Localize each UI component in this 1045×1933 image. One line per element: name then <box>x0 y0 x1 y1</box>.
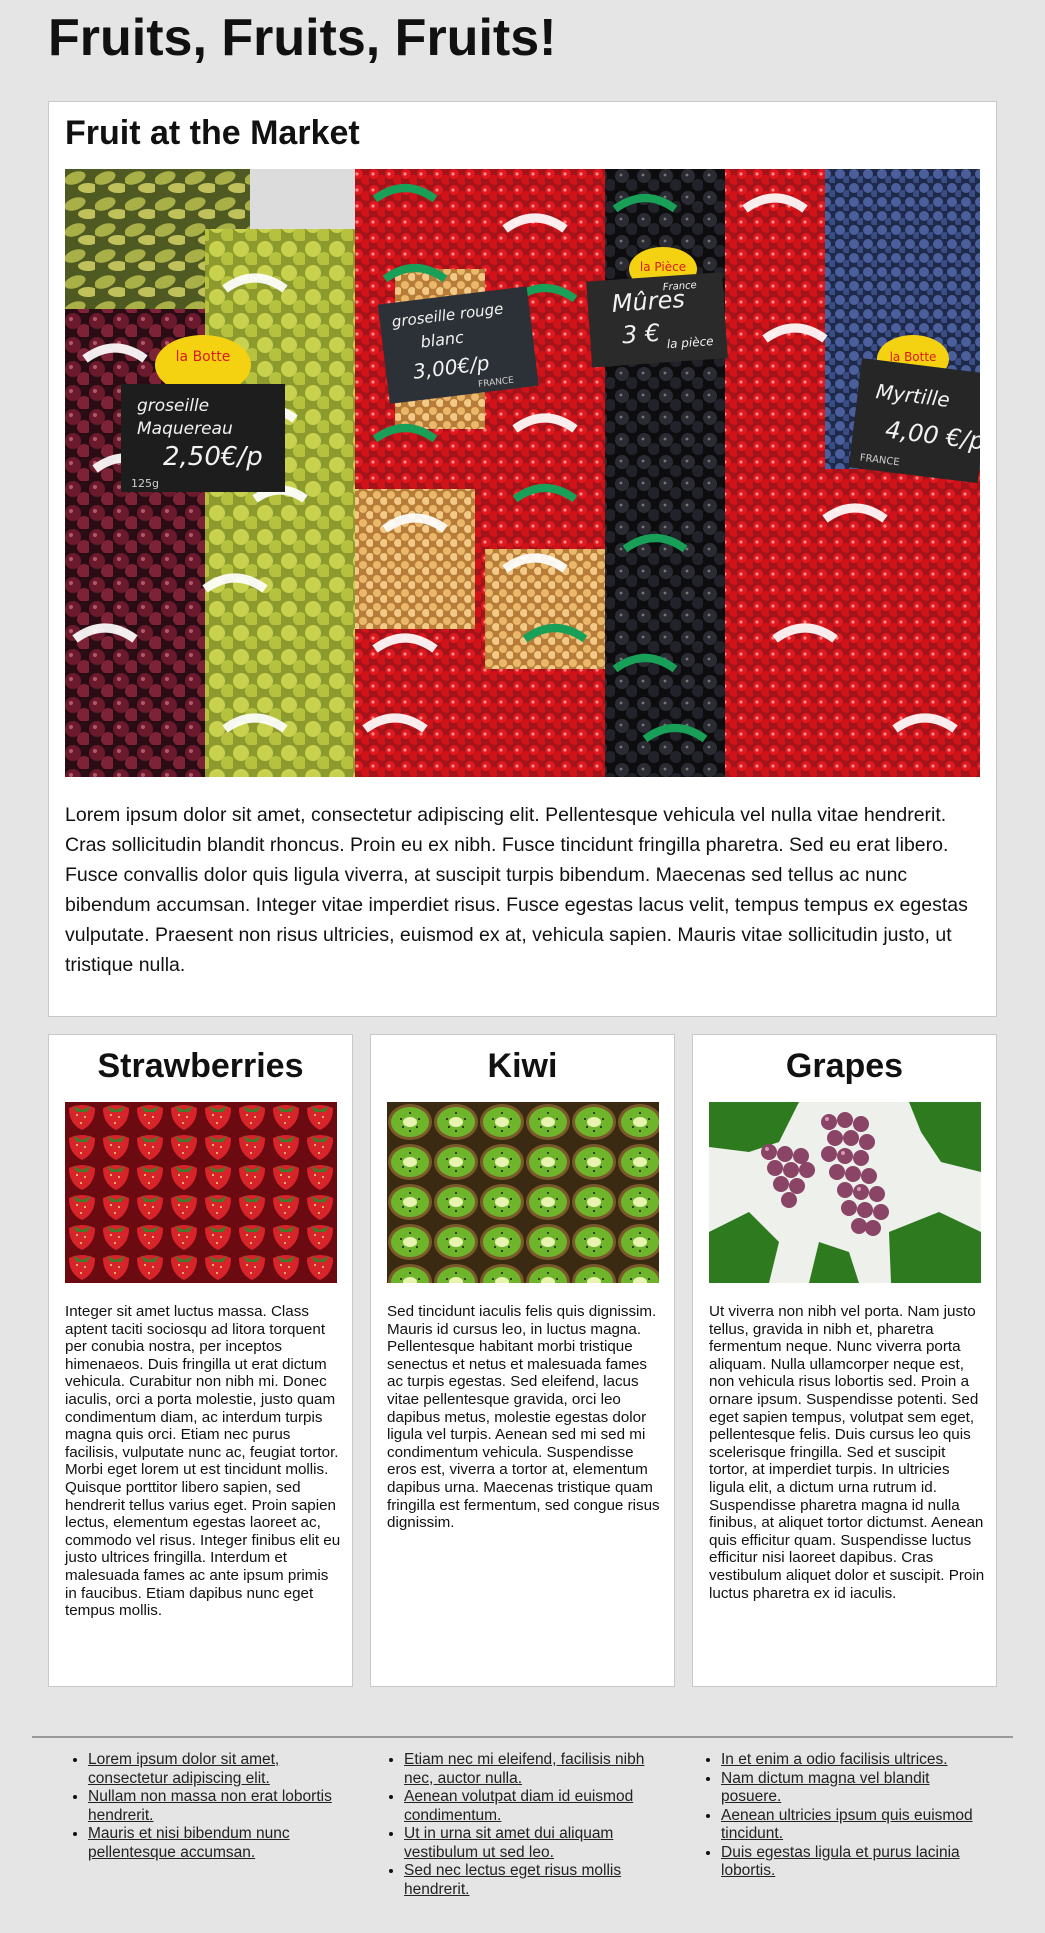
footer-link-item: Aenean ultricies ipsum quis euismod tinc… <box>721 1807 987 1844</box>
footer-link-item: Ut in urna sit amet dui aliquam vestibul… <box>404 1825 670 1862</box>
footer-divider <box>32 1736 1013 1738</box>
footer-link[interactable]: Nullam non massa non erat lobortis hendr… <box>88 1788 332 1824</box>
kiwi-heading: Kiwi <box>487 1047 558 1085</box>
footer-link-item: Mauris et nisi bibendum nunc pellentesqu… <box>88 1825 354 1862</box>
footer-link[interactable]: Duis egestas ligula et purus lacinia lob… <box>721 1844 960 1880</box>
footer-link-item: Etiam nec mi eleifend, facilisis nibh ne… <box>404 1751 670 1788</box>
footer-link[interactable]: In et enim a odio facilisis ultrices. <box>721 1751 948 1768</box>
grapes-card: Grapes Ut viverra non nibh vel porta. Na… <box>692 1034 997 1687</box>
svg-text:groseille: groseille <box>137 396 209 416</box>
footer-link-item: Aenean volutpat diam id euismod condimen… <box>404 1788 670 1825</box>
market-image: la Botte groseille Maquereau 2,50€/p 125… <box>65 169 980 777</box>
hero-body: Lorem ipsum dolor sit amet, consectetur … <box>65 804 968 976</box>
svg-text:la Botte: la Botte <box>890 350 937 364</box>
page-title: Fruits, Fruits, Fruits! <box>48 9 557 67</box>
svg-text:la Botte: la Botte <box>176 349 231 365</box>
footer-link[interactable]: Nam dictum magna vel blandit posuere. <box>721 1770 930 1806</box>
strawberries-image <box>65 1102 337 1283</box>
hero-heading: Fruit at the Market <box>65 114 360 152</box>
market-photo: la Botte groseille Maquereau 2,50€/p 125… <box>65 169 980 777</box>
svg-text:3 €: 3 € <box>621 319 661 350</box>
footer-link[interactable]: Lorem ipsum dolor sit amet, consectetur … <box>88 1751 279 1787</box>
footer-link[interactable]: Aenean volutpat diam id euismod condimen… <box>404 1788 633 1824</box>
strawberries-body: Integer sit amet luctus massa. Class apt… <box>65 1303 341 1620</box>
footer-link[interactable]: Etiam nec mi eleifend, facilisis nibh ne… <box>404 1751 644 1787</box>
footer-link-item: Lorem ipsum dolor sit amet, consectetur … <box>88 1751 354 1788</box>
footer-links-col-1: Lorem ipsum dolor sit amet, consectetur … <box>64 1751 354 1862</box>
svg-text:Maquereau: Maquereau <box>137 419 233 439</box>
kiwi-image <box>387 1102 659 1283</box>
footer-link[interactable]: Mauris et nisi bibendum nunc pellentesqu… <box>88 1825 290 1861</box>
footer-link-item: Nam dictum magna vel blandit posuere. <box>721 1770 987 1807</box>
grapes-heading: Grapes <box>785 1047 904 1085</box>
kiwi-card: Kiwi Sed tincidunt iaculis felis quis di… <box>370 1034 675 1687</box>
grapes-image <box>709 1102 981 1283</box>
footer-link-item: Nullam non massa non erat lobortis hendr… <box>88 1788 354 1825</box>
hero-card: Fruit at the Market la Botte groseille M… <box>48 101 997 1017</box>
strawberries-heading: Strawberries <box>97 1047 304 1085</box>
footer-link[interactable]: Ut in urna sit amet dui aliquam vestibul… <box>404 1825 613 1861</box>
footer-links-col-3: In et enim a odio facilisis ultrices. Na… <box>697 1751 987 1881</box>
footer-link-item: Duis egestas ligula et purus lacinia lob… <box>721 1844 987 1881</box>
svg-text:2,50€/p: 2,50€/p <box>163 442 263 472</box>
strawberries-card: Strawberries Integer sit amet luctus mas… <box>48 1034 353 1687</box>
grapes-body: Ut viverra non nibh vel porta. Nam justo… <box>709 1303 985 1602</box>
svg-text:la Pièce: la Pièce <box>640 260 686 274</box>
footer-link[interactable]: Aenean ultricies ipsum quis euismod tinc… <box>721 1807 973 1843</box>
footer-link-item: In et enim a odio facilisis ultrices. <box>721 1751 987 1770</box>
footer-links-col-2: Etiam nec mi eleifend, facilisis nibh ne… <box>380 1751 670 1899</box>
svg-text:125g: 125g <box>131 477 159 490</box>
footer-link[interactable]: Sed nec lectus eget risus mollis hendrer… <box>404 1862 621 1898</box>
kiwi-body: Sed tincidunt iaculis felis quis digniss… <box>387 1303 660 1532</box>
footer-link-item: Sed nec lectus eget risus mollis hendrer… <box>404 1862 670 1899</box>
